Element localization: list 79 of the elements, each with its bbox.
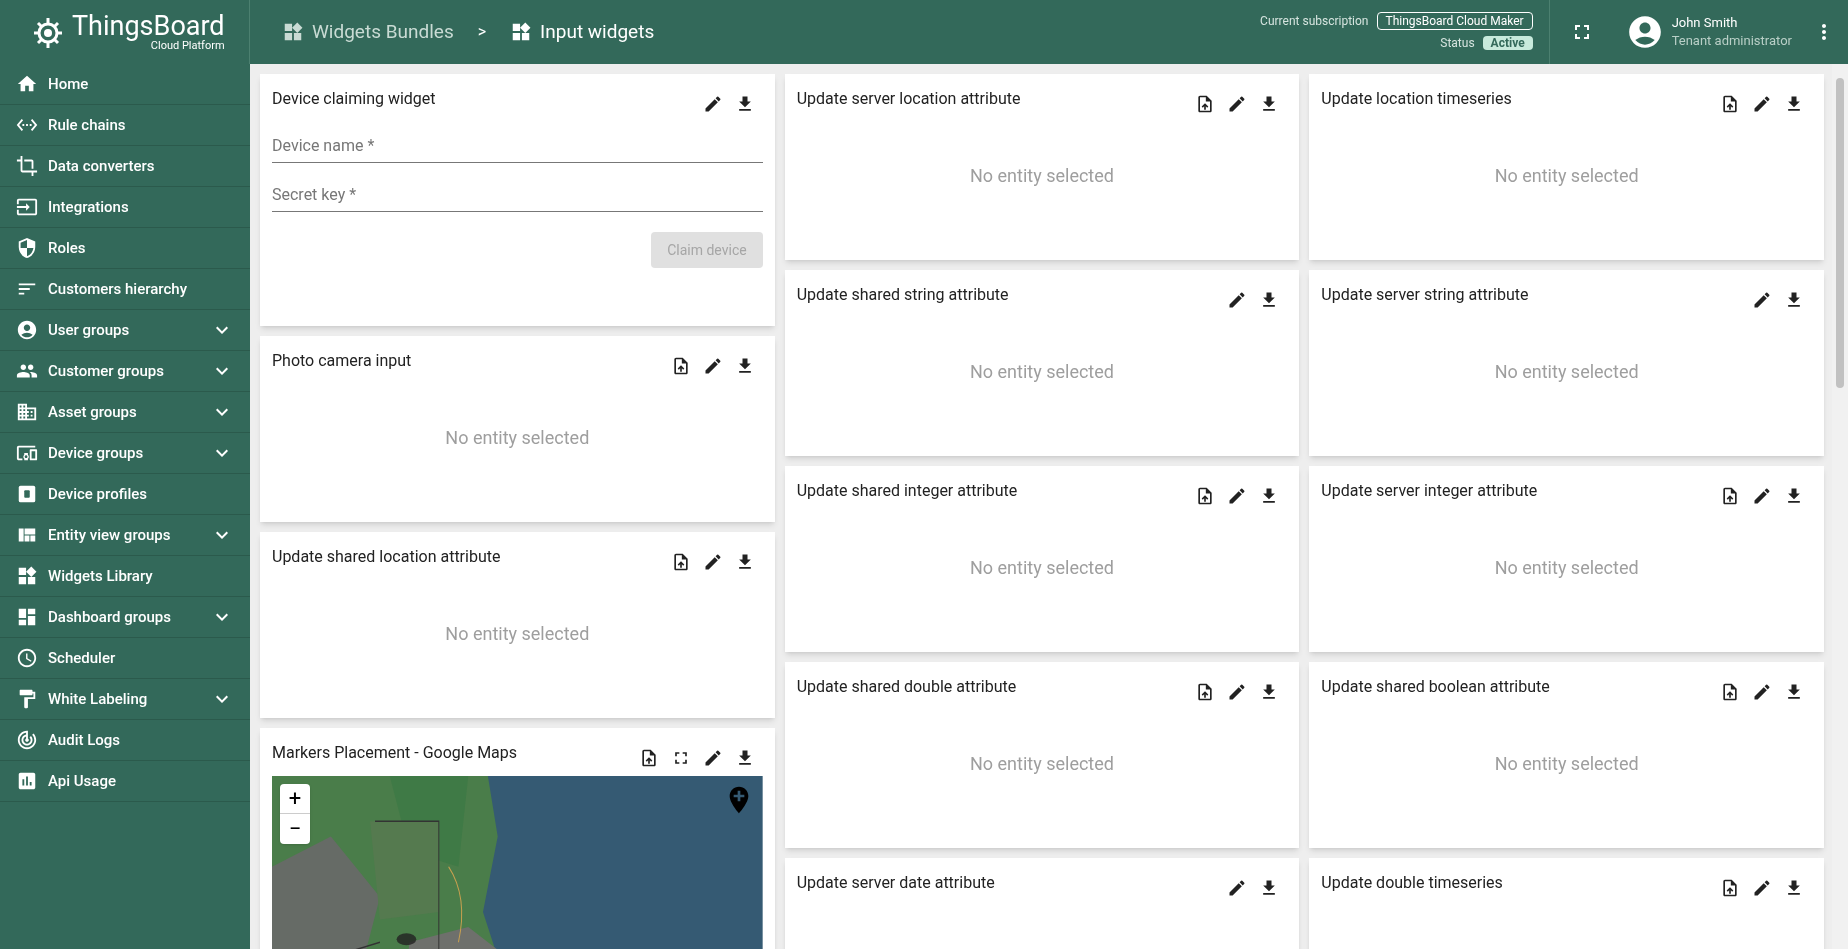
empty-message: No entity selected	[970, 555, 1114, 580]
nav-item[interactable]: Data converters	[0, 146, 250, 187]
nav-item[interactable]: Home	[0, 64, 250, 105]
widget-title: Device claiming widget	[272, 88, 436, 110]
nav-item[interactable]: Entity view groups	[0, 515, 250, 556]
chart-icon	[16, 770, 38, 792]
widget-title: Update shared integer attribute	[796, 480, 1018, 502]
text-field[interactable]: Secret key *	[272, 183, 763, 212]
widget-title: Update location timeseries	[1321, 88, 1512, 110]
nav-item[interactable]: Dashboard groups	[0, 597, 250, 638]
nav-item[interactable]: User groups	[0, 310, 250, 351]
nav-item[interactable]: Audit Logs	[0, 720, 250, 761]
empty-message: No entity selected	[1494, 163, 1639, 188]
subscription-badge: ThingsBoard Cloud Maker	[1376, 12, 1533, 30]
empty-message: No entity selected	[445, 621, 590, 646]
user-name: John Smith	[1671, 14, 1739, 32]
building-icon	[16, 401, 38, 423]
nav-item[interactable]: Device groups	[0, 433, 250, 474]
widgets-icon	[16, 565, 38, 587]
widget-title: Update double timeseries	[1321, 872, 1503, 894]
zoom-in-button[interactable]: +	[280, 784, 310, 814]
shield-icon	[16, 237, 38, 259]
widget-title: Update server location attribute	[796, 88, 1021, 110]
logo-subtitle: Cloud Platform	[150, 40, 225, 51]
edit-icon[interactable]	[1752, 878, 1772, 898]
nav-item[interactable]: Integrations	[0, 187, 250, 228]
input-icon	[16, 196, 38, 218]
widget-title: Update shared boolean attribute	[1321, 676, 1550, 698]
widget-title: Update shared double attribute	[796, 676, 1017, 698]
crop-icon	[16, 155, 38, 177]
target-icon	[16, 729, 38, 751]
export-icon[interactable]	[1720, 94, 1740, 114]
widget-title: Markers Placement - Google Maps	[272, 742, 518, 764]
widget-title: Update server date attribute	[796, 872, 995, 894]
nav-item[interactable]: Rule chains	[0, 105, 250, 146]
widget-title: Update shared location attribute	[272, 546, 501, 568]
clock-icon	[16, 647, 38, 669]
widgets-icon	[510, 21, 533, 43]
edit-icon[interactable]	[1752, 486, 1772, 506]
widget-title: Update shared string attribute	[796, 284, 1009, 306]
widgets-icon	[282, 21, 304, 43]
status-badge: Active	[1482, 36, 1533, 50]
widget-title: Photo camera input	[272, 350, 412, 372]
empty-message: No entity selected	[970, 359, 1114, 384]
nav-item[interactable]: Customers hierarchy	[0, 269, 250, 310]
text-field[interactable]: Device name *	[272, 134, 763, 163]
breadcrumb-link[interactable]: Input widgets	[510, 17, 655, 47]
widget-title: Update server string attribute	[1321, 284, 1529, 306]
nav-item[interactable]: Roles	[0, 228, 250, 269]
breadcrumb-separator: >	[477, 21, 487, 43]
profile-icon	[16, 483, 38, 505]
edit-icon[interactable]	[1752, 290, 1772, 310]
nav-item[interactable]: Customer groups	[0, 351, 250, 392]
dashboard-icon	[16, 606, 38, 628]
empty-message: No entity selected	[1494, 359, 1639, 384]
nav-item[interactable]: Scheduler	[0, 638, 250, 679]
empty-message: No entity selected	[970, 163, 1114, 188]
status-label: Status	[1440, 35, 1475, 52]
subscription-label: Current subscription	[1260, 13, 1369, 30]
zoom-out-button[interactable]: −	[280, 814, 310, 844]
export-icon[interactable]	[1720, 878, 1740, 898]
edit-icon[interactable]	[1752, 94, 1772, 114]
widget-title: Update server integer attribute	[1321, 480, 1538, 502]
nav-item[interactable]: White Labeling	[0, 679, 250, 720]
nav-item[interactable]: Widgets Library	[0, 556, 250, 597]
nav-item[interactable]: Device profiles	[0, 474, 250, 515]
export-icon[interactable]	[1720, 682, 1740, 702]
account-icon	[16, 319, 38, 341]
empty-message: No entity selected	[445, 425, 590, 450]
breadcrumb-link[interactable]: Widgets Bundles	[282, 17, 454, 47]
empty-message: No entity selected	[970, 751, 1114, 776]
nav-item[interactable]: Api Usage	[0, 761, 250, 802]
edit-icon[interactable]	[1752, 682, 1772, 702]
export-icon[interactable]	[1720, 486, 1740, 506]
logo-title: ThingsBoard	[72, 13, 225, 40]
user-role: Tenant administrator	[1671, 32, 1792, 50]
nav-item[interactable]: Asset groups	[0, 392, 250, 433]
empty-message: No entity selected	[1494, 555, 1639, 580]
empty-message: No entity selected	[1494, 751, 1639, 776]
